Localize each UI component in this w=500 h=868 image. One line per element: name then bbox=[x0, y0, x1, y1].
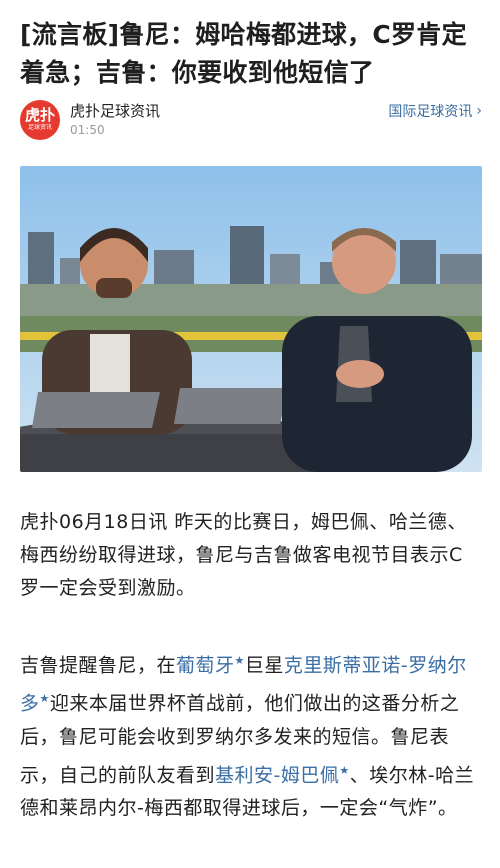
article-paragraph-1: 虎扑06月18日讯 昨天的比赛日，姆巴佩、哈兰德、梅西纷纷取得进球，鲁尼与吉鲁做… bbox=[20, 511, 467, 599]
keyword-link-portugal[interactable]: 葡萄牙 bbox=[176, 654, 235, 676]
article-paragraph-2: 吉鲁提醒鲁尼，在葡萄牙★巨星克里斯蒂亚诺-罗纳尔多★迎来本届世界杯首战前，他们做… bbox=[20, 644, 482, 825]
star-icon: ★ bbox=[234, 654, 245, 667]
avatar-logo-text: 虎扑 bbox=[24, 106, 55, 124]
keyword-link-mbappe[interactable]: 基利安-姆巴佩 bbox=[215, 764, 339, 786]
source-row: 虎扑 足球资讯 虎扑足球资讯 01:50 国际足球资讯 › bbox=[20, 98, 482, 144]
star-icon: ★ bbox=[339, 763, 350, 777]
studio-photo-illustration bbox=[20, 166, 482, 472]
paragraph-text: 巨星 bbox=[244, 654, 284, 677]
star-icon: ★ bbox=[39, 692, 50, 706]
article-photo[interactable] bbox=[20, 166, 482, 472]
publish-time: 01:50 bbox=[70, 123, 105, 137]
category-link-label: 国际足球资讯 bbox=[388, 104, 473, 120]
chevron-right-icon: › bbox=[476, 103, 482, 119]
article-page: [流言板]鲁尼：姆哈梅都进球，C罗肯定着急；吉鲁：你要收到他短信了 虎扑 足球资… bbox=[0, 0, 500, 868]
category-link[interactable]: 国际足球资讯 › bbox=[388, 101, 482, 121]
source-avatar[interactable]: 虎扑 足球资讯 bbox=[20, 100, 60, 140]
avatar-logo-subtext: 足球资讯 bbox=[27, 124, 52, 131]
paragraph-text: 吉鲁提醒鲁尼，在 bbox=[20, 654, 177, 677]
source-name[interactable]: 虎扑足球资讯 bbox=[70, 100, 160, 121]
article-title: [流言板]鲁尼：姆哈梅都进球，C罗肯定着急；吉鲁：你要收到他短信了 bbox=[20, 20, 467, 87]
